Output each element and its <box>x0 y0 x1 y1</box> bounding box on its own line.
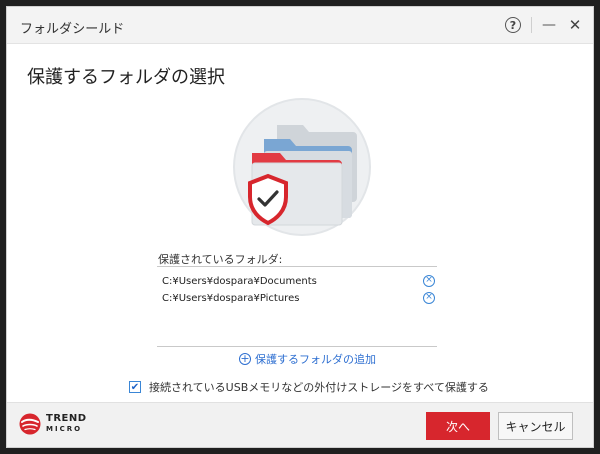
minimize-icon: — <box>542 17 556 33</box>
footer-bar: TREND MICRO 次へ キャンセル <box>7 402 593 447</box>
cancel-button[interactable]: キャンセル <box>498 412 573 440</box>
logo-line2: MICRO <box>46 425 83 433</box>
titlebar-divider <box>531 17 532 33</box>
folder-shield-window: フォルダシールド ? — ✕ 保護するフォルダの選択 保護されているフォルダ: … <box>6 6 594 448</box>
close-icon: ✕ <box>568 16 582 34</box>
help-button[interactable]: ? <box>501 13 525 37</box>
folder-shield-illustration-icon <box>233 98 371 236</box>
help-icon: ? <box>505 17 521 33</box>
close-button[interactable]: ✕ <box>563 13 587 37</box>
remove-circle-icon[interactable]: × <box>423 275 435 287</box>
add-folder-label: 保護するフォルダの追加 <box>255 353 376 366</box>
next-button[interactable]: 次へ <box>426 412 490 440</box>
trend-micro-logo: TREND MICRO <box>19 413 87 435</box>
title-bar: フォルダシールド ? — ✕ <box>7 7 593 44</box>
window-title: フォルダシールド <box>20 22 125 37</box>
list-item: C:¥Users¥dospara¥Pictures × <box>162 291 437 307</box>
usb-protect-checkbox[interactable]: ✔ <box>129 381 141 393</box>
page-title: 保護するフォルダの選択 <box>27 67 225 88</box>
protected-folders-label: 保護されているフォルダ: <box>158 253 283 266</box>
protected-folder-list: C:¥Users¥dospara¥Documents × C:¥Users¥do… <box>157 266 437 347</box>
minimize-button[interactable]: — <box>537 13 561 37</box>
add-folder-link[interactable]: + 保護するフォルダの追加 <box>239 351 376 367</box>
usb-protect-option: ✔ 接続されているUSBメモリなどの外付けストレージをすべて保護する <box>129 379 489 395</box>
logo-text: TREND MICRO <box>46 414 87 434</box>
trend-micro-logo-icon <box>19 413 41 435</box>
folder-path: C:¥Users¥dospara¥Documents <box>162 276 317 287</box>
plus-circle-icon: + <box>239 352 251 365</box>
list-item: C:¥Users¥dospara¥Documents × <box>162 274 437 290</box>
logo-line1: TREND <box>46 413 87 424</box>
remove-circle-icon[interactable]: × <box>423 292 435 304</box>
usb-protect-label[interactable]: 接続されているUSBメモリなどの外付けストレージをすべて保護する <box>149 379 489 395</box>
folder-path: C:¥Users¥dospara¥Pictures <box>162 293 300 304</box>
